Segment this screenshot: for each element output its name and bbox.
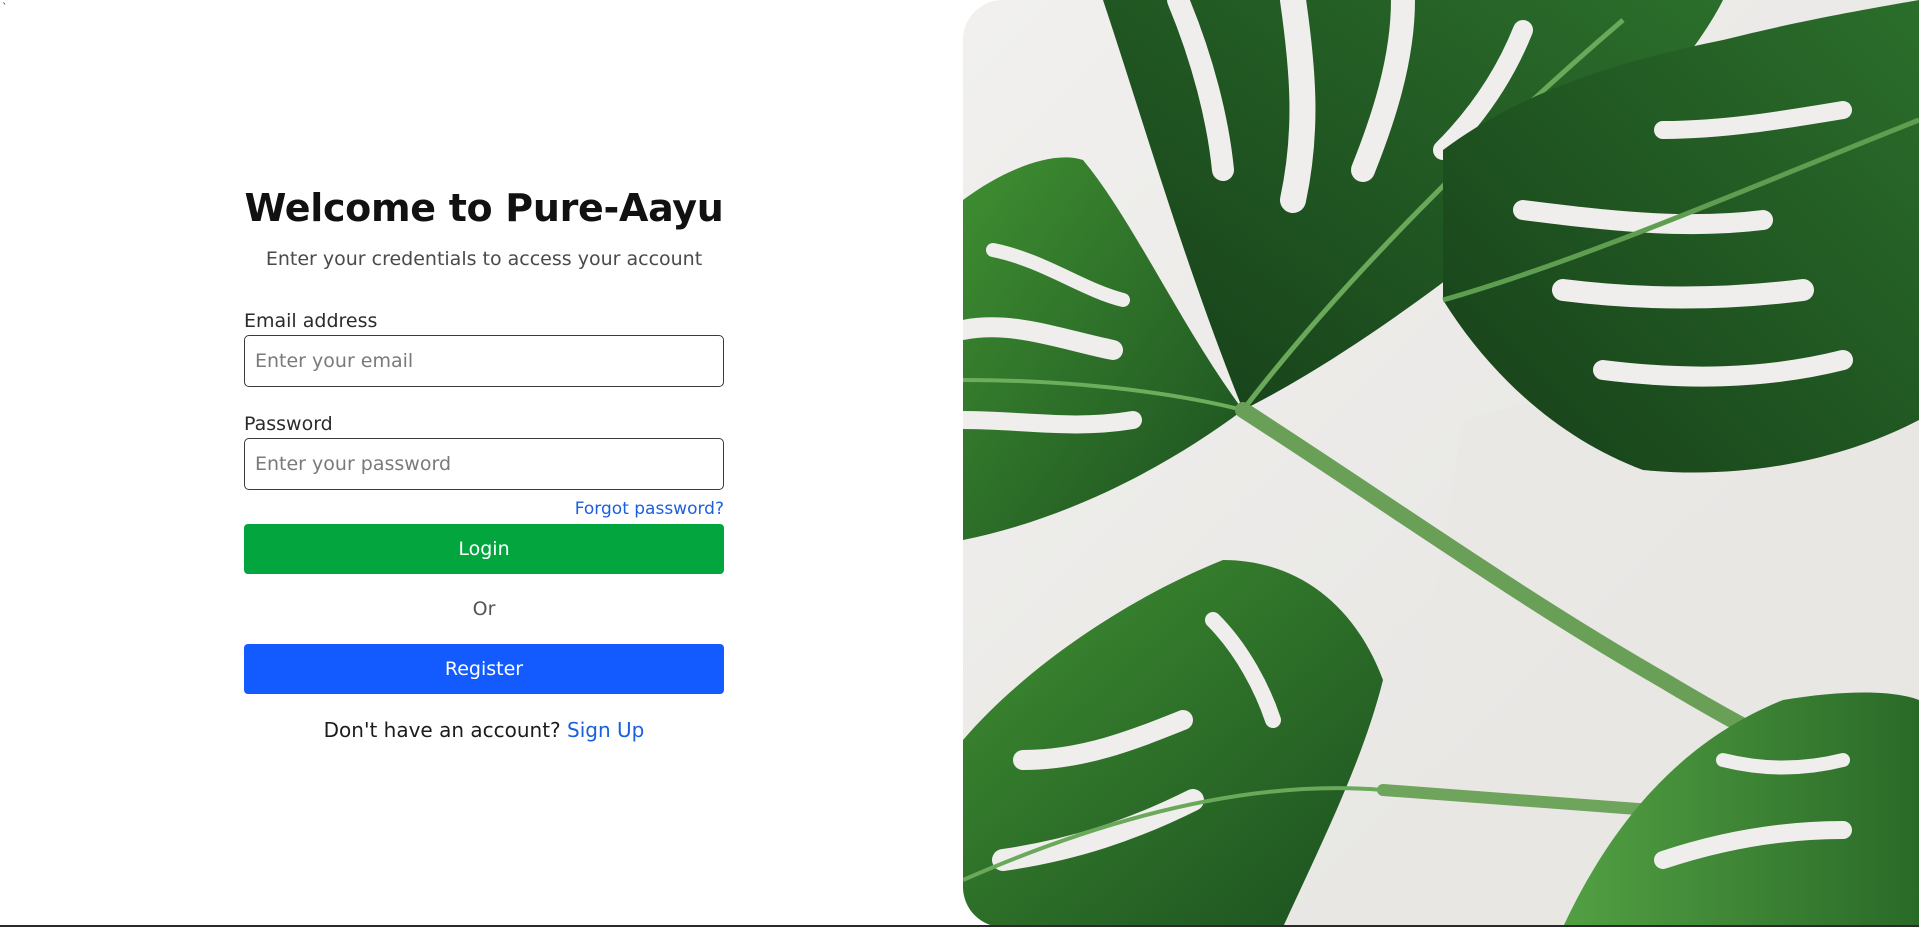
login-panel: Welcome to Pure-Aayu Enter your credenti… (0, 0, 963, 927)
forgot-password-row: Forgot password? (244, 496, 724, 522)
no-account-text: Don't have an account? (323, 718, 561, 742)
login-page: ` Welcome to Pure-Aayu Enter your creden… (0, 0, 1919, 927)
page-subtitle: Enter your credentials to access your ac… (265, 248, 703, 270)
hero-image (963, 0, 1919, 927)
or-divider-text: Or (472, 598, 496, 620)
login-form: Welcome to Pure-Aayu Enter your credenti… (244, 180, 724, 744)
monstera-leaves-illustration (963, 0, 1919, 927)
email-label: Email address (244, 310, 378, 332)
password-label: Password (244, 413, 333, 435)
sign-up-link[interactable]: Sign Up (567, 718, 644, 742)
register-button[interactable]: Register (244, 644, 724, 694)
forgot-password-link[interactable]: Forgot password? (575, 499, 724, 519)
page-title: Welcome to Pure-Aayu (244, 186, 724, 230)
email-field[interactable] (244, 335, 724, 387)
signup-prompt: Don't have an account? Sign Up (244, 716, 724, 744)
password-field[interactable] (244, 438, 724, 490)
login-button[interactable]: Login (244, 524, 724, 574)
